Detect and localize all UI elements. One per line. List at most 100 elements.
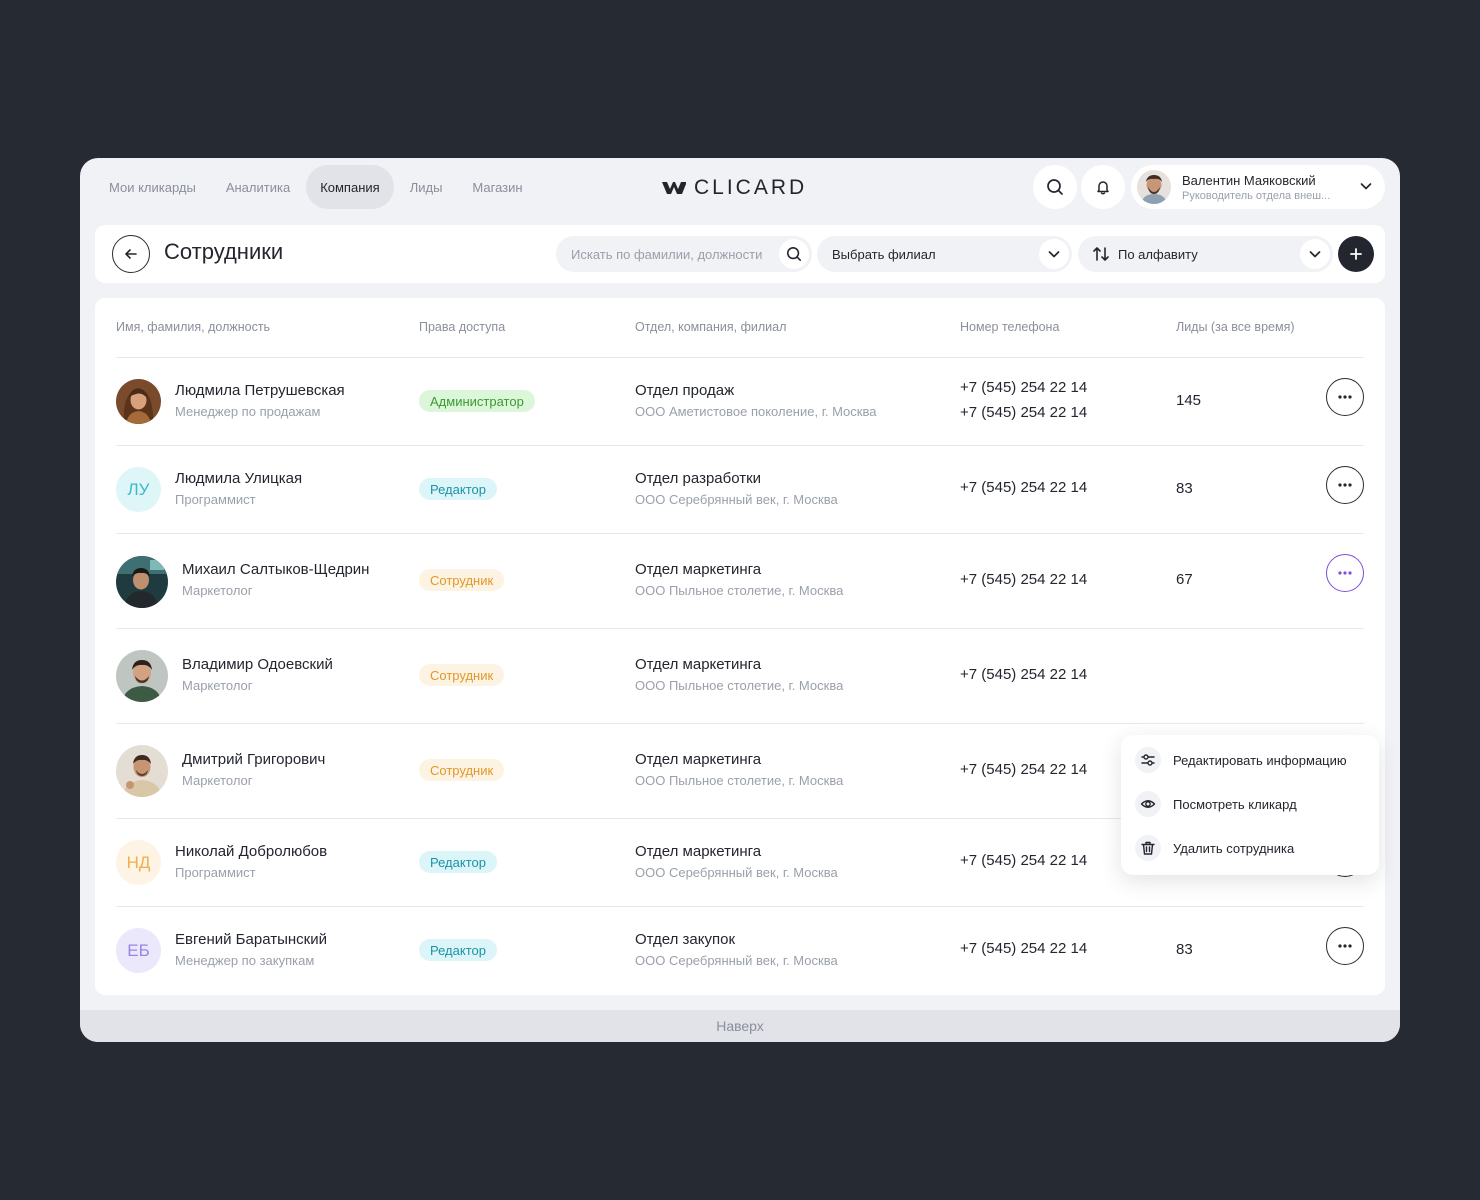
department: Отдел маркетинга	[635, 843, 762, 860]
leads-count: 83	[1176, 941, 1193, 958]
branch-select[interactable]: Выбрать филиал	[817, 236, 1072, 272]
eye-icon	[1135, 791, 1161, 817]
top-navigation: Мои кликарды Аналитика Компания Лиды Маг…	[95, 165, 537, 209]
menu-item-label: Посмотреть кликард	[1173, 796, 1297, 812]
company: ООО Пыльное столетие, г. Москва	[635, 773, 844, 788]
notifications-button[interactable]	[1081, 165, 1125, 209]
nav-item-company[interactable]: Компания	[306, 165, 394, 209]
row-actions-menu: Редактировать информацию Посмотреть клик…	[1121, 735, 1379, 875]
employee-search	[556, 236, 812, 272]
menu-item-view-clicard[interactable]: Посмотреть кликард	[1135, 790, 1297, 818]
avatar	[116, 556, 168, 608]
menu-item-edit-info[interactable]: Редактировать информацию	[1135, 746, 1347, 774]
employee-role: Программист	[175, 492, 256, 507]
menu-item-delete-employee[interactable]: Удалить сотрудника	[1135, 834, 1294, 862]
sort-select[interactable]: По алфавиту	[1078, 236, 1333, 272]
phone: +7 (545) 254 22 14	[960, 852, 1088, 869]
app-window: Мои кликарды Аналитика Компания Лиды Маг…	[80, 158, 1400, 1042]
row-actions-button[interactable]	[1326, 466, 1364, 504]
more-horizontal-icon	[1338, 395, 1352, 399]
company: ООО Пыльное столетие, г. Москва	[635, 583, 844, 598]
access-badge: Администратор	[419, 390, 535, 412]
employee-name: Владимир Одоевский	[182, 656, 333, 673]
department: Отдел разработки	[635, 470, 762, 487]
more-horizontal-icon	[1338, 944, 1352, 948]
department: Отдел маркетинга	[635, 751, 762, 768]
employee-name: Людмила Улицкая	[175, 470, 303, 487]
user-avatar	[1137, 170, 1171, 204]
table-row[interactable]: Владимир Одоевский Маркетолог Сотрудник …	[116, 628, 1364, 723]
row-actions-button[interactable]	[1326, 378, 1364, 416]
logo-text: CLICARD	[694, 176, 808, 199]
access-badge: Сотрудник	[419, 569, 505, 591]
nav-item-analytics[interactable]: Аналитика	[212, 165, 304, 209]
search-icon	[1047, 179, 1063, 195]
employee-name: Людмила Петрушевская	[175, 382, 345, 399]
department: Отдел продаж	[635, 382, 735, 399]
phone: +7 (545) 254 22 14	[960, 761, 1088, 778]
user-role: Руководитель отдела внеш...	[1182, 189, 1331, 202]
avatar	[116, 745, 168, 797]
employees-table: Имя, фамилия, должность Права доступа От…	[95, 298, 1385, 995]
nav-item-shop[interactable]: Магазин	[458, 165, 536, 209]
chevron-down-icon	[1360, 183, 1372, 190]
more-horizontal-icon	[1338, 571, 1352, 575]
company: ООО Серебрянный век, г. Москва	[635, 953, 838, 968]
employee-role: Маркетолог	[182, 583, 253, 598]
column-header-phone: Номер телефона	[960, 320, 1060, 334]
table-row[interactable]: ЛУ Людмила Улицкая Программист Редактор …	[116, 445, 1364, 533]
search-submit-button[interactable]	[776, 236, 812, 272]
column-header-leads: Лиды (за все время)	[1176, 320, 1295, 334]
employee-role: Маркетолог	[182, 773, 253, 788]
employee-name: Дмитрий Григорович	[182, 751, 326, 768]
leads-count: 67	[1176, 571, 1193, 588]
nav-item-leads[interactable]: Лиды	[396, 165, 457, 209]
department: Отдел маркетинга	[635, 561, 762, 578]
column-header-name: Имя, фамилия, должность	[116, 320, 271, 334]
user-profile-menu[interactable]: Валентин Маяковский Руководитель отдела …	[1131, 165, 1385, 209]
plus-icon	[1350, 248, 1362, 260]
access-badge: Сотрудник	[419, 759, 505, 781]
more-horizontal-icon	[1338, 483, 1352, 487]
bell-icon	[1097, 181, 1109, 195]
search-icon	[786, 246, 802, 262]
avatar-initials: НД	[116, 840, 161, 885]
leads-count: 145	[1176, 392, 1202, 409]
sort-icon	[1093, 247, 1109, 261]
phone: +7 (545) 254 22 14	[960, 479, 1088, 496]
table-row[interactable]: Михаил Салтыков-Щедрин Маркетолог Сотруд…	[116, 533, 1364, 628]
access-badge: Редактор	[419, 939, 497, 961]
phone: +7 (545) 254 22 14	[960, 940, 1088, 957]
employee-role: Менеджер по закупкам	[175, 953, 315, 968]
logo-mark-icon	[662, 182, 686, 194]
access-badge: Редактор	[419, 478, 497, 500]
arrow-left-icon	[125, 249, 137, 259]
nav-item-my-clicards[interactable]: Мои кликарды	[95, 165, 210, 209]
department: Отдел маркетинга	[635, 656, 762, 673]
table-row[interactable]: Людмила Петрушевская Менеджер по продажа…	[116, 357, 1364, 445]
global-search-button[interactable]	[1033, 165, 1077, 209]
search-input[interactable]	[556, 246, 768, 262]
employee-role: Маркетолог	[182, 678, 253, 693]
department: Отдел закупок	[635, 931, 736, 948]
phone: +7 (545) 254 22 14	[960, 571, 1088, 588]
chevron-down-icon	[1048, 251, 1060, 258]
row-actions-button[interactable]	[1326, 927, 1364, 965]
clicard-logo[interactable]: CLICARD	[662, 176, 807, 200]
branch-select-value: Выбрать филиал	[832, 246, 936, 262]
table-row[interactable]: ЕБ Евгений Баратынский Менеджер по закуп…	[116, 906, 1364, 994]
phone: +7 (545) 254 22 14	[960, 666, 1088, 683]
menu-item-label: Редактировать информацию	[1173, 752, 1347, 768]
avatar-initials: ЛУ	[116, 467, 161, 512]
phone: +7 (545) 254 22 14	[960, 404, 1088, 421]
company: ООО Пыльное столетие, г. Москва	[635, 678, 844, 693]
sliders-icon	[1135, 747, 1161, 773]
sort-select-value: По алфавиту	[1118, 246, 1198, 262]
scroll-to-top-button[interactable]: Наверх	[80, 1010, 1400, 1042]
company: ООО Аметистовое поколение, г. Москва	[635, 404, 877, 419]
row-actions-button[interactable]	[1326, 554, 1364, 592]
add-employee-button[interactable]	[1338, 236, 1374, 272]
phone: +7 (545) 254 22 14	[960, 379, 1088, 396]
back-button[interactable]	[112, 235, 150, 273]
avatar	[116, 379, 161, 424]
